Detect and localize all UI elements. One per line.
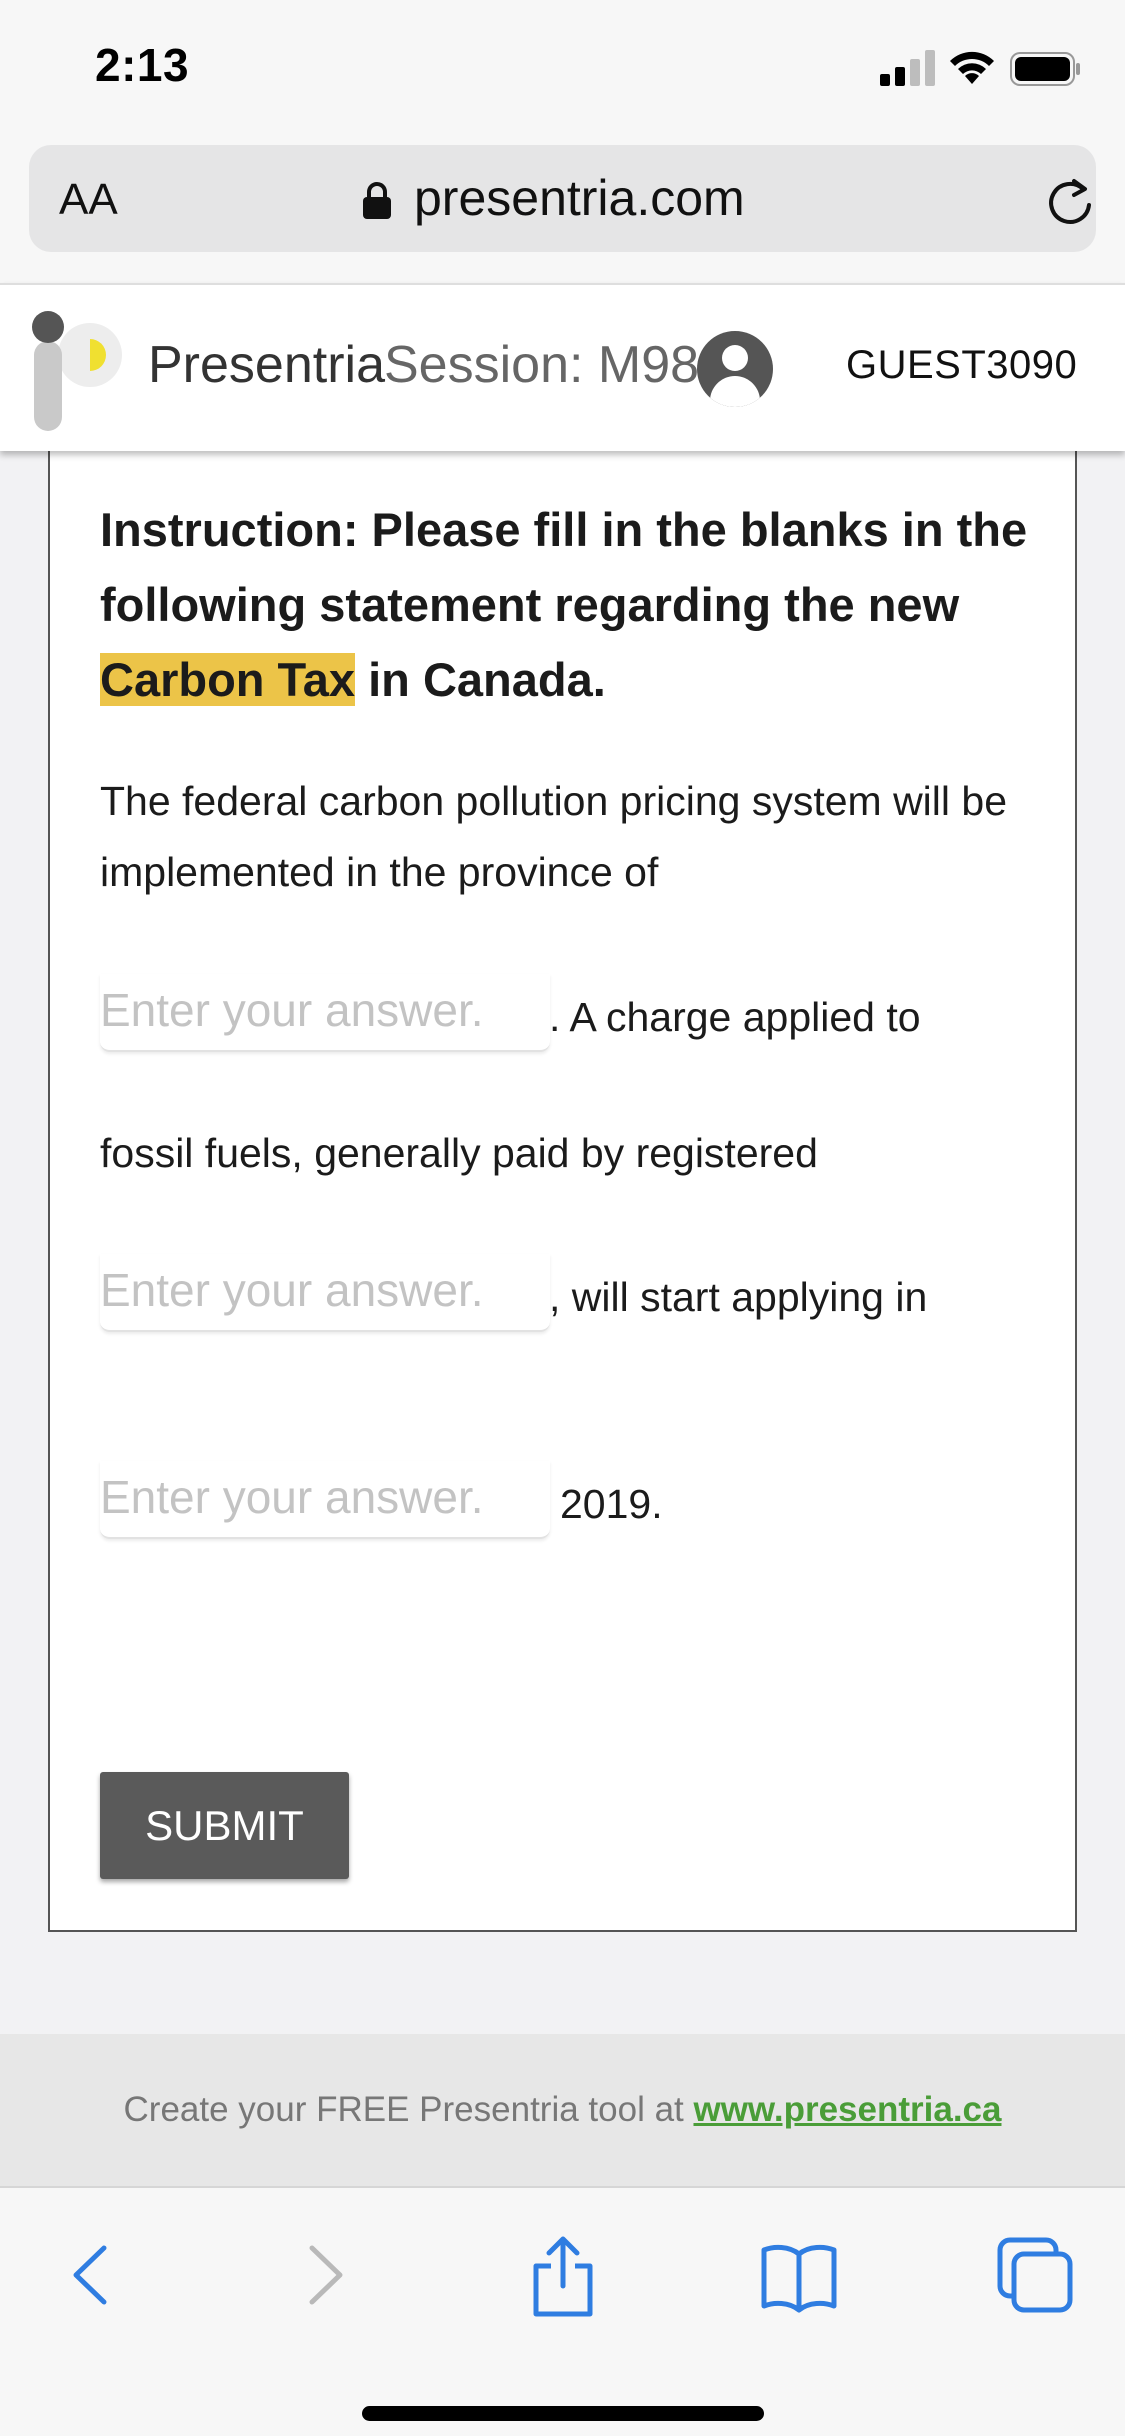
bookmarks-icon[interactable] xyxy=(754,2230,844,2320)
back-icon[interactable] xyxy=(46,2230,136,2320)
browser-toolbar xyxy=(0,2186,1125,2436)
battery-icon xyxy=(1010,52,1080,86)
reload-icon[interactable] xyxy=(1043,175,1097,229)
share-icon[interactable] xyxy=(518,2230,608,2320)
answer-input-3[interactable] xyxy=(100,1461,550,1539)
app-header: Presentria Session: M98 GUEST3090 xyxy=(0,283,1125,451)
home-indicator xyxy=(362,2406,764,2421)
answer-input-2[interactable] xyxy=(100,1254,550,1332)
status-time: 2:13 xyxy=(95,39,190,91)
footer-text: Create your FREE Presentria tool at www.… xyxy=(123,2090,1002,2129)
blank3-trailing-text: 2019. xyxy=(560,1481,663,1527)
url-domain[interactable]: presentria.com xyxy=(414,169,745,227)
answer-input-1[interactable] xyxy=(100,974,550,1052)
footer-link[interactable]: www.presentria.ca xyxy=(693,2090,1001,2129)
instruction-heading: Instruction: Please fill in the blanks i… xyxy=(100,503,1028,706)
forward-icon[interactable] xyxy=(280,2230,370,2320)
guest-username[interactable]: GUEST3090 xyxy=(846,343,1077,388)
blank1-trailing-text: . A charge applied to xyxy=(549,994,921,1040)
status-bar: 2:13 xyxy=(0,0,1125,135)
tabs-icon[interactable] xyxy=(990,2230,1080,2320)
presentria-logo-icon xyxy=(32,311,122,431)
question-card: Instruction: Please fill in the blanks i… xyxy=(48,440,1077,1932)
highlighted-term: Carbon Tax xyxy=(100,653,356,706)
user-avatar-icon[interactable] xyxy=(697,331,773,407)
browser-chrome: AA presentria.com xyxy=(0,135,1125,283)
wifi-icon xyxy=(950,51,994,84)
address-bar[interactable]: AA presentria.com xyxy=(29,145,1096,252)
page-footer: Create your FREE Presentria tool at www.… xyxy=(0,2034,1125,2186)
blank2-trailing-text: , will start applying in xyxy=(549,1274,928,1320)
statement-line-fossil: fossil fuels, generally paid by register… xyxy=(100,1130,818,1176)
session-code: Session: M98 xyxy=(384,336,700,394)
brand-name: Presentria xyxy=(148,336,385,394)
statement-text: The federal carbon pollution pricing sys… xyxy=(100,778,1008,895)
lock-icon xyxy=(363,182,391,219)
text-size-button[interactable]: AA xyxy=(59,175,118,225)
cellular-signal-icon xyxy=(880,50,935,86)
submit-button[interactable]: SUBMIT xyxy=(100,1772,349,1879)
